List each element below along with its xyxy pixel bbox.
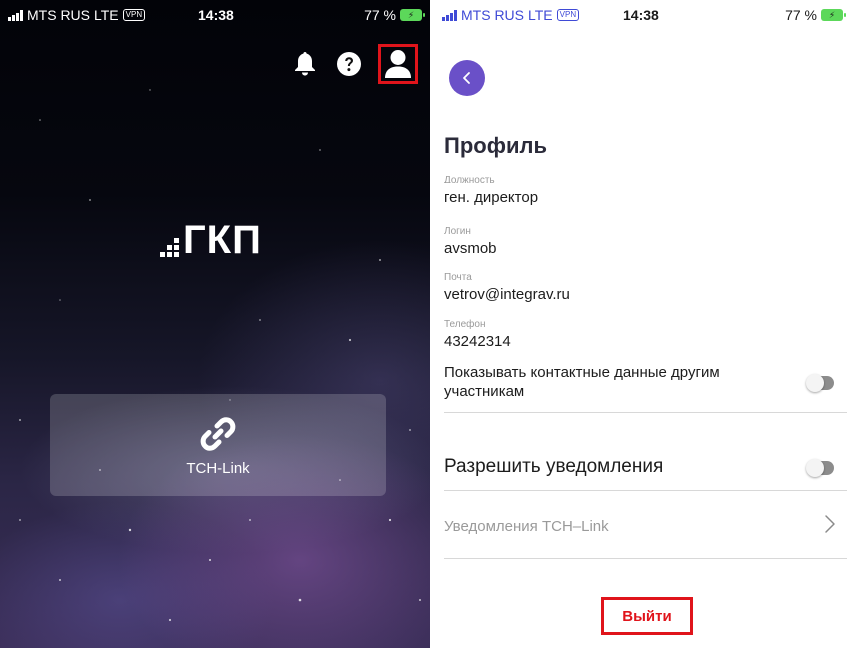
chevron-right-icon[interactable] — [821, 513, 839, 535]
profile-button[interactable] — [378, 44, 418, 84]
battery-icon: ⚡ — [821, 9, 846, 21]
home-screen: MTS RUS LTE VPN 14:38 77 % ⚡ ГКП TCH-Lin… — [0, 0, 430, 648]
back-button[interactable] — [449, 60, 485, 96]
phone-value: 43242314 — [444, 333, 511, 350]
clock: 14:38 — [198, 7, 234, 23]
carrier-name: MTS RUS — [461, 7, 524, 23]
starfield-background — [19, 89, 421, 622]
clock: 14:38 — [623, 7, 659, 23]
position-label: Должность — [444, 176, 495, 183]
notifications-button[interactable] — [290, 49, 320, 79]
battery-percent: 77 % — [785, 7, 817, 23]
login-label: Логин — [444, 226, 471, 237]
profile-screen: MTS RUS LTE VPN 14:38 77 % ⚡ Профиль Дол… — [434, 0, 847, 648]
status-bar: MTS RUS LTE VPN 14:38 77 % ⚡ — [0, 0, 430, 30]
network-type: LTE — [528, 7, 553, 23]
tch-link-notifications-item[interactable]: Уведомления TCH–Link — [444, 518, 609, 535]
screenshot-stage: MTS RUS LTE VPN 14:38 77 % ⚡ ГКП TCH-Lin… — [0, 0, 847, 648]
carrier-info: MTS RUS LTE VPN — [442, 7, 580, 23]
logout-button[interactable]: Выйти — [622, 608, 671, 625]
page-title: Профиль — [444, 133, 547, 158]
bell-icon — [295, 52, 315, 76]
divider — [444, 490, 847, 491]
divider — [444, 412, 847, 413]
email-value: vetrov@integrav.ru — [444, 286, 570, 303]
show-contacts-label: Показывать контактные данные другим учас… — [444, 364, 720, 400]
logout-highlight: Выйти — [601, 597, 693, 635]
battery-info: 77 % ⚡ — [785, 7, 846, 23]
allow-notifications-label: Разрешить уведомления — [444, 456, 664, 477]
login-value: avsmob — [444, 240, 497, 257]
status-bar: MTS RUS LTE VPN 14:38 77 % ⚡ — [434, 0, 847, 30]
toggle-knob — [806, 374, 824, 392]
link-icon — [200, 416, 236, 451]
battery-percent: 77 % — [364, 7, 396, 23]
show-contacts-toggle[interactable] — [806, 374, 834, 392]
battery-icon: ⚡ — [400, 9, 425, 21]
vpn-badge: VPN — [556, 9, 580, 21]
email-label: Почта — [444, 272, 472, 283]
phone-label: Телефон — [444, 319, 486, 330]
logo-text: ГКП — [183, 218, 262, 262]
vpn-badge: VPN — [122, 9, 146, 21]
toggle-knob — [806, 459, 824, 477]
carrier-name: MTS RUS — [27, 7, 90, 23]
allow-notifications-toggle[interactable] — [806, 459, 834, 477]
tch-link-label: TCH-Link — [186, 459, 250, 477]
app-logo: ГКП — [160, 218, 262, 263]
chevron-left-icon — [463, 72, 470, 84]
signal-icon — [442, 9, 457, 21]
divider — [444, 558, 847, 559]
header-actions — [290, 44, 418, 84]
network-type: LTE — [94, 7, 119, 23]
profile-icon — [385, 50, 411, 78]
tch-link-card[interactable]: TCH-Link — [50, 394, 386, 496]
position-value: ген. директор — [444, 189, 539, 206]
carrier-info: MTS RUS LTE VPN — [8, 7, 146, 23]
battery-info: 77 % ⚡ — [364, 7, 425, 23]
help-button[interactable] — [334, 49, 364, 79]
help-icon — [337, 52, 361, 76]
logo-dots-icon — [160, 238, 179, 257]
signal-icon — [8, 9, 23, 21]
